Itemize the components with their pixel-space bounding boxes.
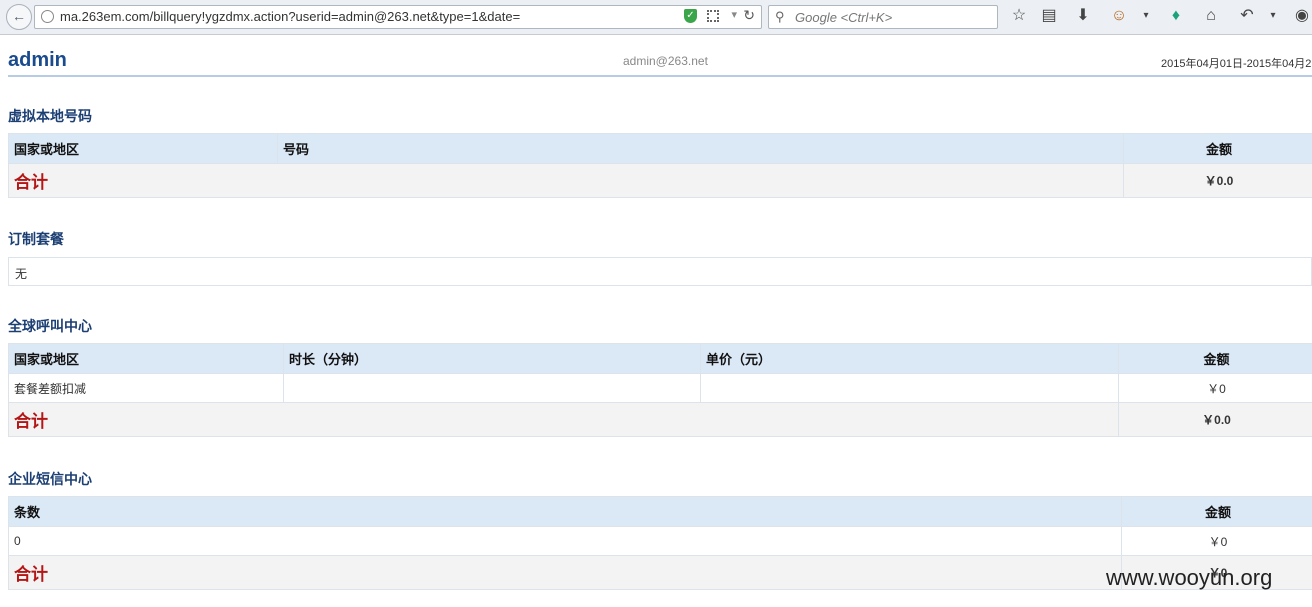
package-value: 无 [15,267,28,281]
column-header: 单价（元） [700,343,1119,374]
virtual-number-table: 国家或地区 号码 金额 合计 ￥0.0 [8,133,1312,198]
column-header: 号码 [277,133,1124,164]
shield-icon[interactable]: ✓ [684,9,697,23]
home-icon[interactable]: ⌂ [1201,6,1221,26]
callcenter-table: 国家或地区 时长（分钟） 单价（元） 金额 套餐差额扣减 ￥0 合计 ￥0.0 [8,343,1312,437]
table-header-row: 条数 金额 [8,496,1312,527]
column-header: 金额 [1121,496,1312,527]
table-cell: ￥0 [1121,526,1312,556]
column-header: 金额 [1123,133,1312,164]
star-icon[interactable]: ☆ [1009,6,1029,26]
table-cell: 0 [8,526,1122,556]
column-header: 国家或地区 [8,133,278,164]
monkey-icon[interactable]: ☺ [1109,6,1129,26]
total-row: 合计 ￥0.0 [8,402,1312,437]
chevron-down-icon[interactable]: ▾ [731,8,737,21]
date-range: 2015年04月01日-2015年04月2 [1161,58,1312,70]
column-header: 条数 [8,496,1122,527]
total-amount: ￥0.0 [1118,402,1312,437]
chevron-down-icon[interactable]: ▾ [1263,6,1283,26]
chat-icon[interactable]: ◉ [1292,6,1312,26]
total-label: 合计 [8,555,1122,590]
column-header: 国家或地区 [8,343,284,374]
total-row: 合计 ￥0.0 [8,163,1312,198]
table-cell [700,373,1119,403]
column-header: 时长（分钟） [283,343,701,374]
username: admin [8,49,67,71]
download-icon[interactable]: ⬇ [1073,6,1093,26]
reload-icon[interactable]: ↻ [743,7,755,24]
table-cell: 套餐差额扣减 [8,373,284,403]
package-box: 无 [8,257,1312,286]
watermark: www.wooyun.org [1106,565,1273,590]
addon-icon[interactable]: ♦ [1166,6,1186,26]
section-title-callcenter: 全球呼叫中心 [8,318,92,334]
table-cell [283,373,701,403]
back-icon[interactable]: ← [6,4,32,30]
browser-toolbar: ← ma.263em.com/billquery!ygzdmx.action?u… [0,0,1312,35]
clipboard-icon[interactable]: ▤ [1039,6,1059,26]
url-text[interactable]: ma.263em.com/billquery!ygzdmx.action?use… [60,9,520,24]
total-label: 合计 [8,402,1119,437]
table-header-row: 国家或地区 时长（分钟） 单价（元） 金额 [8,343,1312,374]
table-row: 套餐差额扣减 ￥0 [8,373,1312,403]
search-icon: ⚲ [775,9,785,24]
total-amount: ￥0.0 [1123,163,1312,198]
section-title-virtual: 虚拟本地号码 [8,108,92,124]
table-cell: ￥0 [1118,373,1312,403]
section-title-package: 订制套餐 [8,231,64,247]
section-title-sms: 企业短信中心 [8,471,92,487]
qr-code-icon[interactable] [707,10,719,22]
user-email: admin@263.net [623,54,708,68]
search-bar[interactable]: ⚲ Google <Ctrl+K> [768,5,998,29]
globe-icon [41,10,54,23]
undo-icon[interactable]: ↶ [1237,6,1257,26]
chevron-down-icon[interactable]: ▾ [1136,6,1156,26]
address-bar[interactable]: ma.263em.com/billquery!ygzdmx.action?use… [34,5,762,29]
table-header-row: 国家或地区 号码 金额 [8,133,1312,164]
search-placeholder: Google <Ctrl+K> [795,10,893,25]
total-label: 合计 [8,163,1124,198]
table-row: 0 ￥0 [8,526,1312,556]
header-divider [8,75,1312,77]
column-header: 金额 [1118,343,1312,374]
